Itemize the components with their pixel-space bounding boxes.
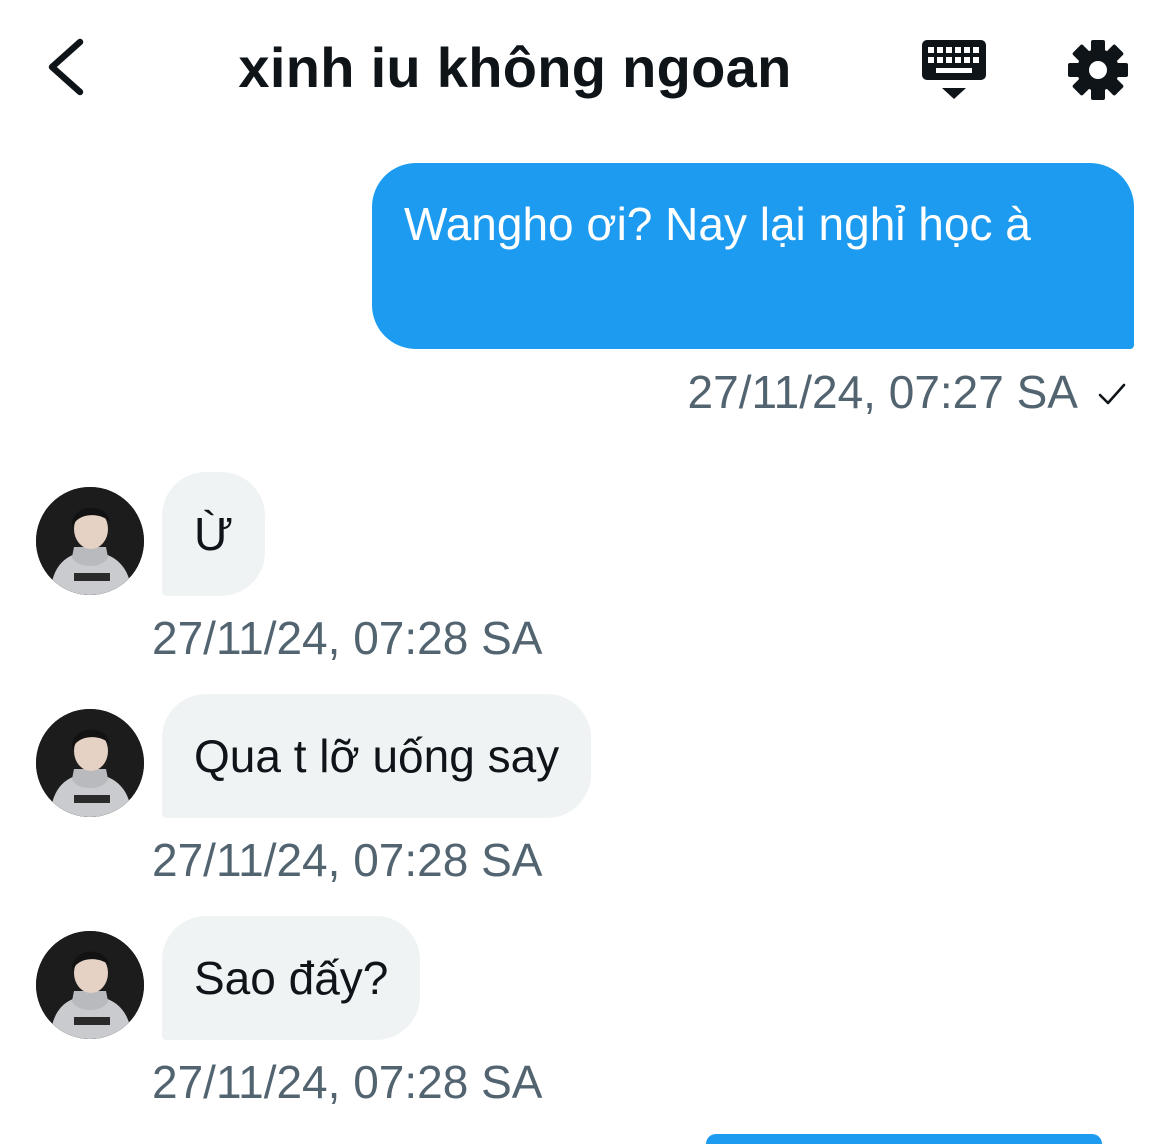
contact-avatar[interactable] [36, 931, 144, 1039]
incoming-message-bubble[interactable]: Ừ [162, 472, 266, 596]
keyboard-hide-icon [922, 40, 986, 99]
message-timestamp: 27/11/24, 07:27 SA [687, 366, 1078, 418]
back-button[interactable] [40, 30, 100, 105]
check-icon [1098, 383, 1126, 405]
conversation-title: xinh iu không ngoan [238, 36, 792, 99]
avatar-image [36, 931, 144, 1039]
next-outgoing-bubble-edge [706, 1134, 1102, 1144]
gear-icon [1068, 40, 1128, 100]
avatar-image [36, 487, 144, 595]
message-timestamp: 27/11/24, 07:28 SA [152, 834, 543, 886]
contact-avatar[interactable] [36, 709, 144, 817]
message-timestamp: 27/11/24, 07:28 SA [152, 612, 543, 664]
avatar-image [36, 709, 144, 817]
chevron-left-icon [48, 38, 84, 96]
outgoing-message-bubble[interactable]: Wangho ơi? Nay lại nghỉ học à [372, 163, 1134, 349]
settings-button[interactable] [1066, 38, 1130, 102]
incoming-message-bubble[interactable]: Sao đấy? [162, 916, 421, 1040]
incoming-message-bubble[interactable]: Qua t lỡ uống say [162, 694, 592, 818]
chat-header: xinh iu không ngoan [0, 0, 1170, 135]
contact-avatar[interactable] [36, 487, 144, 595]
keyboard-button[interactable] [918, 38, 990, 102]
message-timestamp: 27/11/24, 07:28 SA [152, 1056, 543, 1108]
